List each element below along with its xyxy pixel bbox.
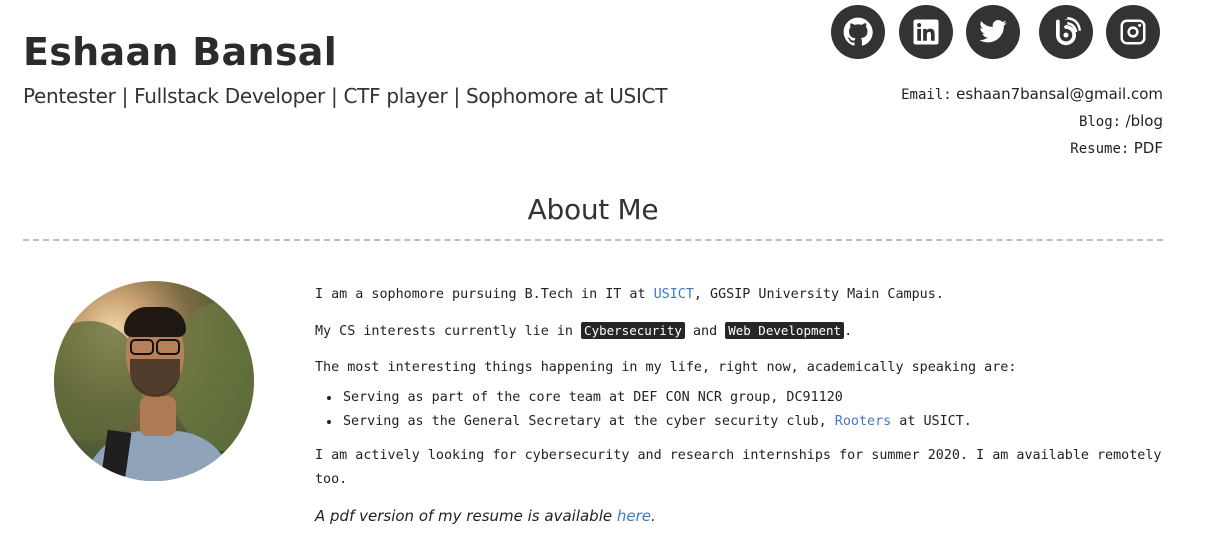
cybersecurity-tag: Cybersecurity — [581, 322, 685, 339]
blog-key: Blog: — [1078, 114, 1122, 130]
twitter-icon — [979, 20, 1007, 43]
blog-link[interactable] — [1039, 5, 1093, 59]
avatar — [54, 281, 254, 481]
tagline: Pentester | Fullstack Developer | CTF pl… — [23, 84, 668, 108]
about-me-heading: About Me — [527, 193, 659, 226]
resume-here-link[interactable]: here — [617, 507, 651, 525]
about-paragraph-2: My CS interests currently lie in Cyberse… — [315, 322, 853, 339]
about-paragraph-3: The most interesting things happening in… — [315, 360, 1017, 375]
github-link[interactable] — [831, 5, 885, 59]
contact-email-row: Email: eshaan7bansal@gmail.com — [901, 84, 1163, 111]
section-divider — [23, 239, 1163, 241]
email-key: Email: — [901, 87, 952, 103]
github-icon — [843, 17, 873, 46]
twitter-link[interactable] — [966, 5, 1020, 59]
contact-info: Email: eshaan7bansal@gmail.com Blog: /bl… — [901, 84, 1163, 165]
contact-blog-row: Blog: /blog — [901, 111, 1163, 138]
email-link[interactable]: eshaan7bansal@gmail.com — [956, 85, 1163, 103]
web-development-tag: Web Development — [725, 322, 845, 339]
social-links — [831, 5, 1171, 60]
rooters-link[interactable]: Rooters — [835, 414, 891, 429]
about-paragraph-1: I am a sophomore pursuing B.Tech in IT a… — [315, 287, 944, 302]
blog-text-link[interactable]: /blog — [1126, 112, 1163, 130]
resume-pdf-link[interactable]: PDF — [1134, 139, 1163, 157]
about-content: I am a sophomore pursuing B.Tech in IT a… — [315, 283, 1165, 540]
instagram-link[interactable] — [1106, 5, 1160, 59]
page-title: Eshaan Bansal — [23, 30, 338, 74]
list-item: Serving as the General Secretary at the … — [341, 410, 1165, 434]
list-item: Serving as part of the core team at DEF … — [341, 386, 1165, 410]
instagram-icon — [1120, 19, 1146, 45]
activities-list: Serving as part of the core team at DEF … — [315, 386, 1165, 434]
contact-resume-row: Resume: PDF — [901, 138, 1163, 165]
linkedin-icon — [913, 19, 939, 45]
resume-note: A pdf version of my resume is available … — [315, 507, 656, 525]
blog-icon — [1056, 17, 1081, 46]
linkedin-link[interactable] — [899, 5, 953, 59]
resume-key: Resume: — [1070, 141, 1130, 157]
about-paragraph-4: I am actively looking for cybersecurity … — [315, 448, 1162, 487]
usict-link[interactable]: USICT — [654, 287, 694, 302]
